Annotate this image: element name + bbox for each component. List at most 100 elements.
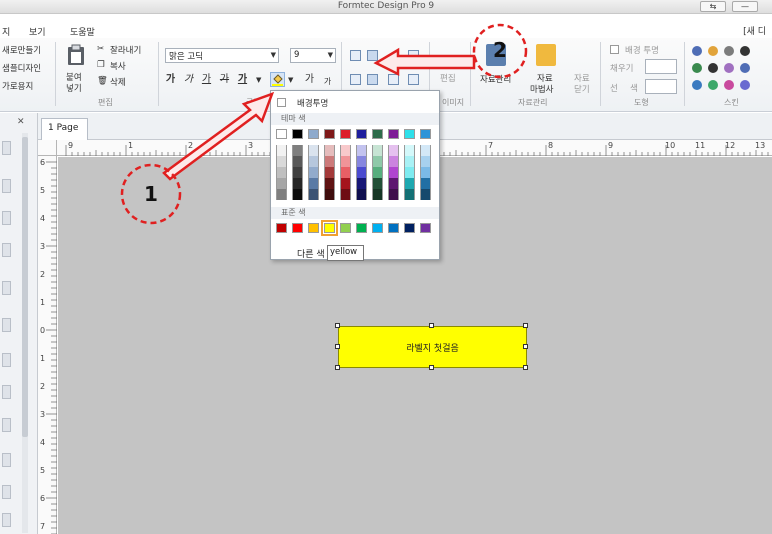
standard-color-swatch[interactable] — [340, 223, 351, 233]
menu-item-help[interactable]: 도움말 — [70, 25, 95, 38]
shrink-font-button[interactable]: 가 — [320, 74, 335, 89]
theme-shade-swatch[interactable] — [420, 145, 431, 156]
standard-color-swatch[interactable] — [372, 223, 383, 233]
theme-shade-swatch[interactable] — [404, 145, 415, 156]
minimize-button[interactable]: — — [732, 1, 758, 12]
grow-font-button[interactable]: 가 — [302, 72, 317, 87]
theme-shade-swatch[interactable] — [276, 167, 287, 178]
theme-shade-swatch[interactable] — [356, 167, 367, 178]
theme-color-swatch[interactable] — [388, 129, 399, 139]
theme-color-swatch[interactable] — [404, 129, 415, 139]
resize-handle[interactable] — [335, 323, 340, 328]
panel-item[interactable] — [2, 385, 11, 399]
theme-shade-swatch[interactable] — [292, 167, 303, 178]
font-size-combo[interactable]: 9 ▼ — [290, 48, 336, 63]
theme-shade-swatch[interactable] — [388, 156, 399, 167]
standard-color-swatch[interactable] — [356, 223, 367, 233]
data-close-button-line2[interactable]: 닫기 — [574, 83, 590, 95]
popup-bg-transparent-checkbox[interactable] — [277, 98, 286, 107]
label-text-object[interactable]: 라벨지 첫걸음 — [338, 326, 527, 368]
menu-item-format[interactable]: 지 — [2, 25, 10, 38]
italic-button[interactable]: 가 — [181, 72, 196, 87]
theme-shade-swatch[interactable] — [372, 167, 383, 178]
theme-shade-swatch[interactable] — [308, 156, 319, 167]
theme-color-swatch[interactable] — [292, 129, 303, 139]
panel-item[interactable] — [2, 485, 11, 499]
align-right-icon[interactable] — [388, 74, 399, 85]
align-center-icon[interactable] — [367, 74, 378, 85]
skin-swatch[interactable] — [724, 46, 734, 56]
standard-color-swatch[interactable] — [308, 223, 319, 233]
theme-shade-swatch[interactable] — [292, 156, 303, 167]
theme-shade-swatch[interactable] — [308, 145, 319, 156]
align-top-icon[interactable] — [350, 50, 361, 61]
theme-shade-swatch[interactable] — [324, 167, 335, 178]
fill-color-combo[interactable] — [645, 59, 677, 74]
theme-shade-swatch[interactable] — [308, 167, 319, 178]
theme-shade-swatch[interactable] — [372, 178, 383, 189]
close-icon[interactable]: ✕ — [17, 117, 25, 127]
theme-shade-swatch[interactable] — [292, 145, 303, 156]
resize-handle[interactable] — [523, 344, 528, 349]
skin-swatch[interactable] — [692, 46, 702, 56]
align-bottom-icon[interactable] — [408, 50, 419, 61]
data-wizard-button-line2[interactable]: 마법사 — [530, 83, 553, 95]
align-middle-icon[interactable] — [367, 50, 378, 61]
theme-shade-swatch[interactable] — [356, 189, 367, 200]
theme-shade-swatch[interactable] — [420, 167, 431, 178]
theme-shade-swatch[interactable] — [324, 178, 335, 189]
theme-shade-swatch[interactable] — [276, 145, 287, 156]
standard-color-swatch[interactable] — [276, 223, 287, 233]
theme-shade-swatch[interactable] — [388, 145, 399, 156]
skin-swatch[interactable] — [724, 80, 734, 90]
font-color-button[interactable]: 가 — [235, 72, 250, 87]
skin-swatch[interactable] — [708, 46, 718, 56]
line-color-combo[interactable] — [645, 79, 677, 94]
theme-color-swatch[interactable] — [308, 129, 319, 139]
panel-item[interactable] — [2, 243, 11, 257]
paste-button-line2[interactable]: 넣기 — [66, 82, 82, 94]
cut-button[interactable]: 잘라내기 — [110, 44, 141, 56]
theme-shade-swatch[interactable] — [276, 178, 287, 189]
more-colors-button[interactable]: 다른 색 — [297, 247, 325, 260]
resize-handle[interactable] — [523, 323, 528, 328]
theme-shade-swatch[interactable] — [356, 178, 367, 189]
left-panel-scroll-thumb[interactable] — [22, 137, 28, 437]
theme-shade-swatch[interactable] — [340, 145, 351, 156]
theme-shade-swatch[interactable] — [372, 156, 383, 167]
data-manage-button[interactable]: 자료관리 — [480, 73, 511, 85]
theme-color-swatch[interactable] — [324, 129, 335, 139]
skin-swatch[interactable] — [740, 46, 750, 56]
theme-shade-swatch[interactable] — [308, 178, 319, 189]
align-left-icon[interactable] — [350, 74, 361, 85]
fill-color-button[interactable] — [270, 72, 285, 87]
theme-shade-swatch[interactable] — [356, 145, 367, 156]
panel-item[interactable] — [2, 353, 11, 367]
panel-item[interactable] — [2, 453, 11, 467]
panel-item[interactable] — [2, 418, 11, 432]
underline-button[interactable]: 가 — [199, 72, 214, 87]
object-edit-button[interactable]: 편집 — [440, 72, 456, 84]
distribute-icon[interactable] — [408, 74, 419, 85]
standard-color-swatch[interactable] — [321, 220, 338, 236]
theme-shade-swatch[interactable] — [292, 178, 303, 189]
theme-color-swatch[interactable] — [372, 129, 383, 139]
theme-shade-swatch[interactable] — [340, 189, 351, 200]
resize-handle[interactable] — [429, 365, 434, 370]
strikethrough-button[interactable]: 가 — [217, 72, 232, 87]
theme-color-swatch[interactable] — [420, 129, 431, 139]
theme-shade-swatch[interactable] — [276, 156, 287, 167]
sample-design-button[interactable]: 샘플디자인 — [2, 62, 41, 74]
resize-handle[interactable] — [335, 365, 340, 370]
theme-shade-swatch[interactable] — [420, 178, 431, 189]
font-name-combo[interactable]: 맑은 고딕 ▼ — [165, 48, 279, 63]
theme-shade-swatch[interactable] — [420, 189, 431, 200]
theme-shade-swatch[interactable] — [292, 189, 303, 200]
standard-color-swatch[interactable] — [404, 223, 415, 233]
menu-item-view[interactable]: 보기 — [29, 25, 46, 38]
restore-button[interactable]: ⇆ — [700, 1, 726, 12]
theme-shade-swatch[interactable] — [324, 189, 335, 200]
theme-shade-swatch[interactable] — [404, 189, 415, 200]
panel-item[interactable] — [2, 513, 11, 527]
bold-button[interactable]: 가 — [163, 72, 178, 87]
